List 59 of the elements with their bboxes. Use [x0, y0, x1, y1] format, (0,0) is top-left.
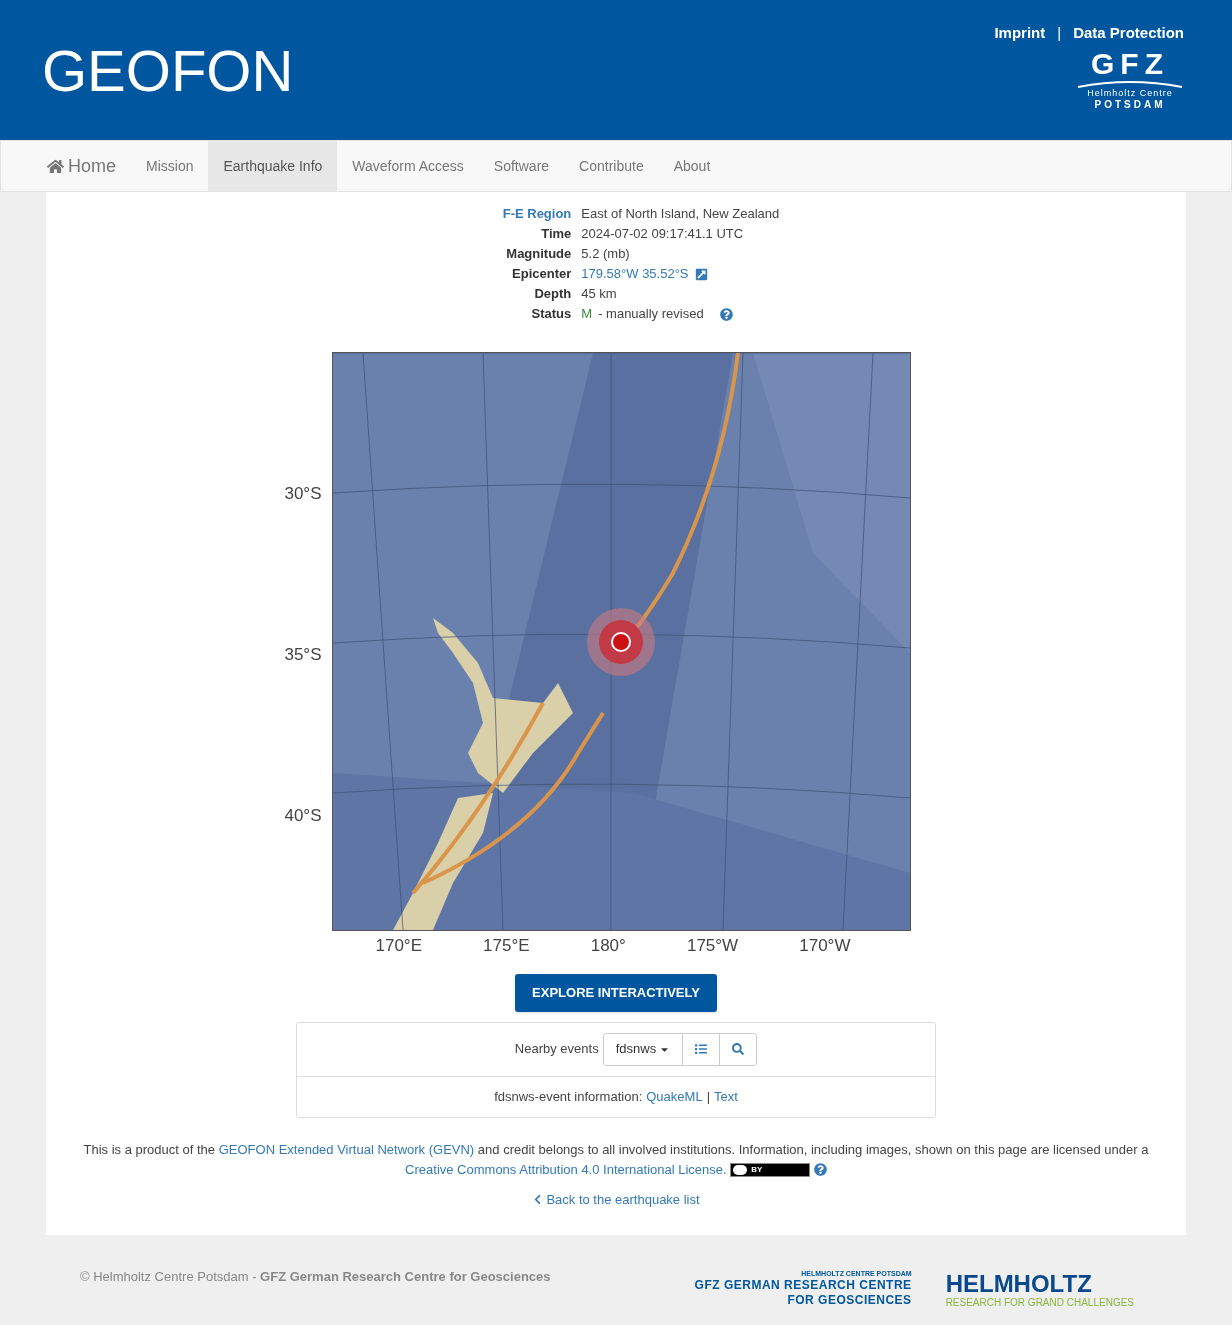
- external-link-icon[interactable]: [694, 267, 708, 281]
- text-link[interactable]: Text: [714, 1086, 738, 1107]
- latitude-label: 35°S: [284, 646, 322, 663]
- help-icon[interactable]: [813, 1162, 827, 1176]
- site-title: GEOFON: [42, 42, 294, 105]
- longitude-label: 170°E: [375, 937, 422, 954]
- nearby-label: Nearby events: [514, 1040, 599, 1059]
- latitude-label: 40°S: [284, 807, 322, 824]
- nav-item[interactable]: Earthquake Info: [208, 141, 338, 191]
- longitude-label: 170°W: [799, 937, 851, 954]
- data-protection-link[interactable]: Data Protection: [1073, 22, 1184, 45]
- field-value: 5.2 (mb): [581, 245, 630, 263]
- logo-line: GFZ GERMAN RESEARCH CENTRE: [694, 1278, 912, 1293]
- field-label: Time: [540, 225, 572, 243]
- license-link[interactable]: Creative Commons Attribution 4.0 International License.: [405, 1161, 727, 1177]
- field-label: Epicenter: [511, 265, 572, 283]
- logo-line: RESEARCH FOR GRAND CHALLENGES: [945, 1297, 1134, 1309]
- field-value: East of North Island, New Zealand: [581, 205, 780, 223]
- license-text: This is a product of the GEOFON Extended Virtual Network (GEVN) and credit belongs to all involved institutions. Information, including images, shown on this page are licensed under a Creative Commons Attribution 4.0 International License. BY: [82, 1140, 1150, 1180]
- list-icon: [695, 1043, 708, 1055]
- logo-line: HELMHOLTZ: [945, 1271, 1093, 1297]
- field-value: - manually revised: [598, 305, 704, 323]
- nav-item[interactable]: Mission: [131, 141, 209, 191]
- field-label: Status: [530, 305, 572, 323]
- cc-icon: [733, 1165, 748, 1176]
- search-icon: [732, 1043, 745, 1055]
- back-link[interactable]: Back to the earthquake list: [532, 1189, 700, 1209]
- nav-item[interactable]: Waveform Access: [337, 141, 479, 191]
- longitude-label: 175°E: [483, 937, 530, 954]
- logo-line: POTSDAM: [1094, 99, 1166, 110]
- logo-line: FOR GEOSCIENCES: [787, 1293, 912, 1308]
- logo-mark: GFZ: [1091, 48, 1169, 79]
- cc-badge: BY: [730, 1163, 811, 1178]
- epicenter-link[interactable]: 179.58°W 35.52°S: [581, 264, 689, 284]
- nav-item[interactable]: About: [658, 141, 726, 191]
- arc-icon: [1076, 78, 1184, 89]
- status-code: M: [581, 305, 593, 323]
- field-label: Depth: [533, 285, 572, 303]
- field-label: Magnitude: [505, 245, 572, 263]
- help-icon[interactable]: [719, 307, 733, 321]
- copyright-text: © Helmholtz Centre Potsdam - GFZ German Research Centre for Geosciences: [80, 1268, 551, 1286]
- explore-button[interactable]: EXPLORE INTERACTIVELY: [515, 974, 717, 1012]
- home-icon: [47, 157, 64, 175]
- nav-item[interactable]: Contribute: [564, 141, 659, 191]
- info-label: fdsnws-event information:: [494, 1087, 643, 1106]
- nav-item[interactable]: Home: [32, 141, 131, 191]
- logo-line: Helmholtz Centre: [1087, 88, 1173, 98]
- latitude-label: 30°S: [284, 485, 322, 502]
- longitude-label: 175°W: [686, 937, 739, 954]
- quakeml-link[interactable]: QuakeML: [646, 1086, 703, 1107]
- imprint-link[interactable]: Imprint: [994, 22, 1046, 45]
- field-label[interactable]: F-E Region: [502, 204, 572, 224]
- field-value: 45 km: [581, 285, 617, 303]
- longitude-label: 180°: [590, 937, 626, 954]
- field-value: 2024-07-02 09:17:41.1 UTC: [581, 225, 744, 243]
- nav-item[interactable]: Software: [478, 141, 565, 191]
- separator: |: [1057, 23, 1062, 43]
- gevn-link[interactable]: GEOFON Extended Virtual Network (GEVN): [218, 1141, 475, 1157]
- separator: |: [706, 1087, 710, 1106]
